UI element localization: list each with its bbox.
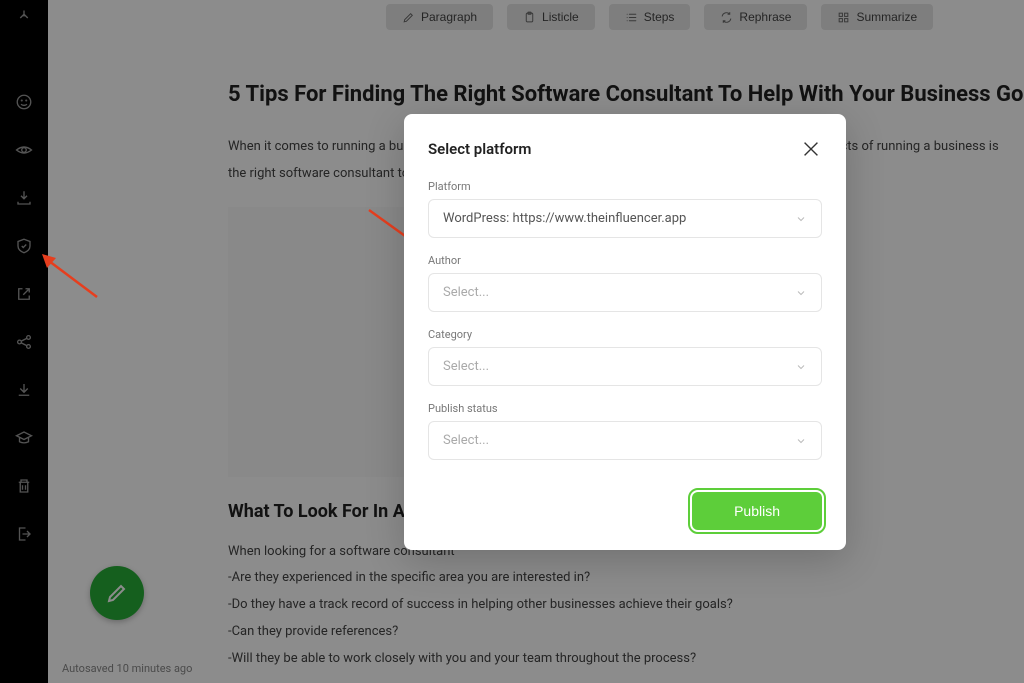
chevron-down-icon xyxy=(795,435,807,447)
category-label: Category xyxy=(428,328,822,341)
select-platform-modal: Select platform Platform WordPress: http… xyxy=(404,114,846,550)
category-value: Select... xyxy=(443,359,489,374)
status-select[interactable]: Select... xyxy=(428,421,822,460)
platform-value: WordPress: https://www.theinfluencer.app xyxy=(443,211,686,226)
platform-label: Platform xyxy=(428,180,822,193)
publish-button[interactable]: Publish xyxy=(692,492,822,530)
author-value: Select... xyxy=(443,285,489,300)
chevron-down-icon xyxy=(795,213,807,225)
author-label: Author xyxy=(428,254,822,267)
chevron-down-icon xyxy=(795,361,807,373)
chevron-down-icon xyxy=(795,287,807,299)
category-select[interactable]: Select... xyxy=(428,347,822,386)
close-button[interactable] xyxy=(798,136,824,162)
author-select[interactable]: Select... xyxy=(428,273,822,312)
platform-select[interactable]: WordPress: https://www.theinfluencer.app xyxy=(428,199,822,238)
status-value: Select... xyxy=(443,433,489,448)
modal-title: Select platform xyxy=(428,140,822,158)
annotation-arrow-1 xyxy=(42,254,104,304)
close-icon xyxy=(800,138,822,160)
status-label: Publish status xyxy=(428,402,822,415)
